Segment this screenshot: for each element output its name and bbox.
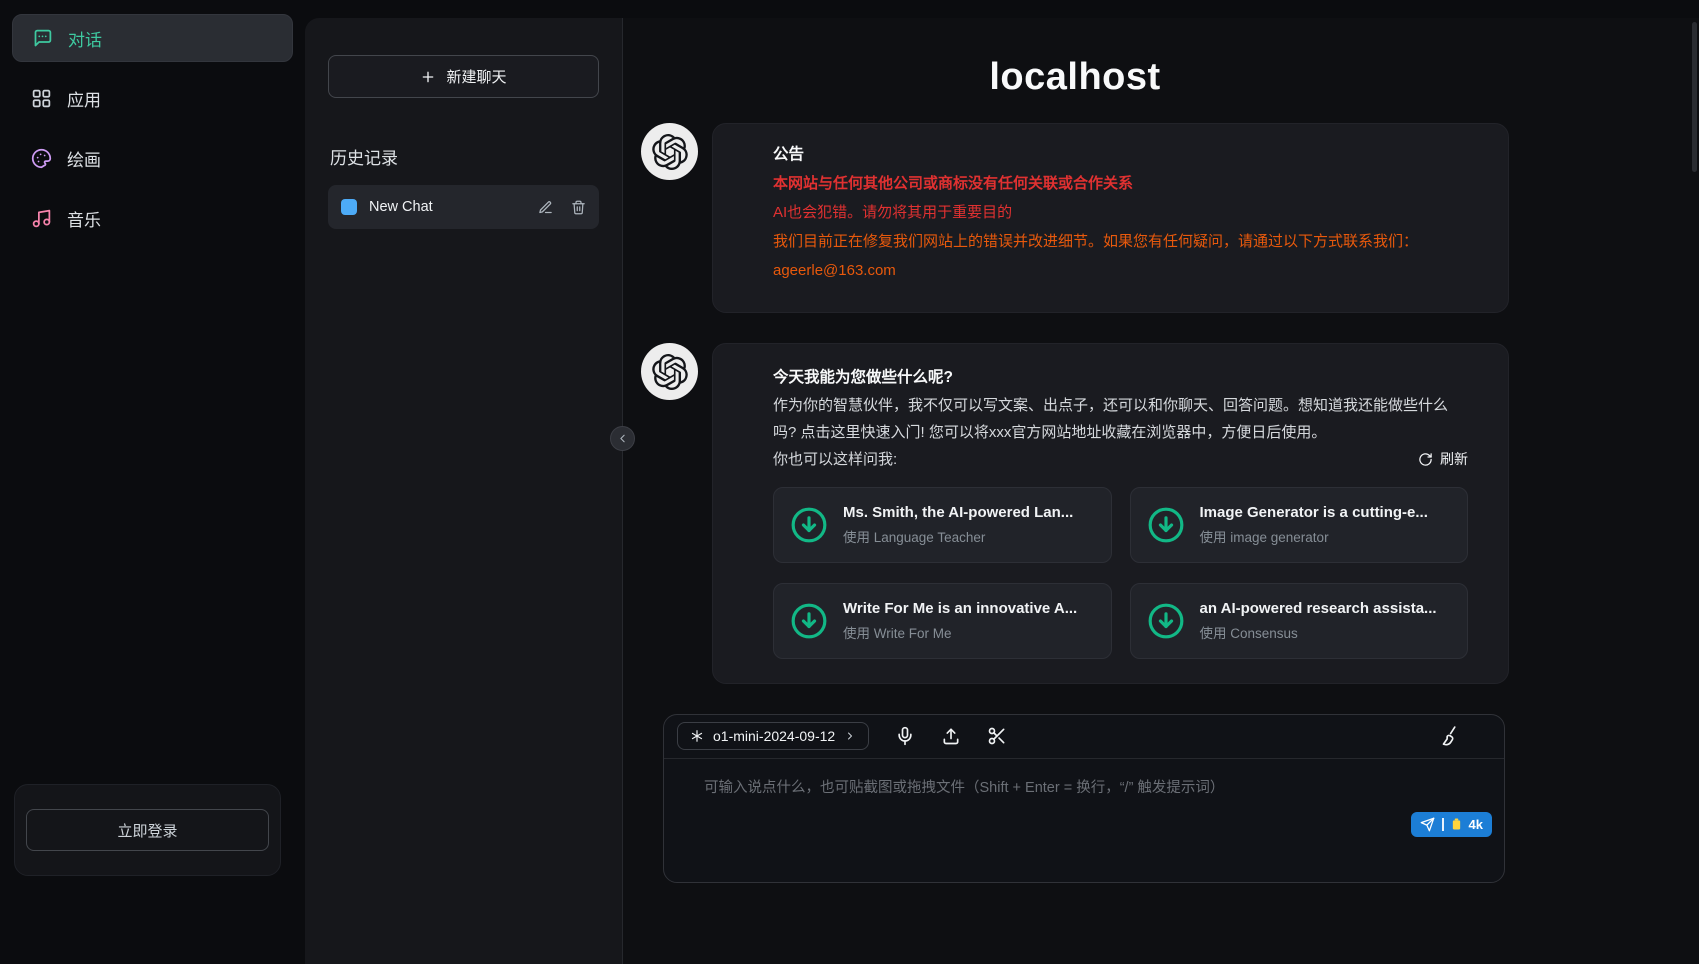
circle-arrow-down-icon — [790, 602, 828, 640]
chat-bubble-icon — [32, 28, 53, 49]
suggestion-title: an AI-powered research assista... — [1200, 600, 1437, 617]
scissors-icon[interactable] — [987, 726, 1007, 746]
clear-broom-icon[interactable] — [1437, 724, 1461, 748]
refresh-icon — [1418, 452, 1433, 467]
login-button[interactable]: 立即登录 — [26, 809, 269, 851]
suggestion-subtitle: 使用 image generator — [1200, 526, 1428, 546]
message-announcement: 公告 本网站与任何其他公司或商标没有任何关联或合作关系 AI也会犯错。请勿将其用… — [641, 123, 1509, 313]
app-panel: 新建聊天 历史记录 New Chat localhost — [305, 18, 1699, 964]
chat-title: New Chat — [369, 199, 526, 215]
chat-list-panel: 新建聊天 历史记录 New Chat — [305, 18, 623, 964]
chat-color-swatch — [341, 199, 357, 215]
suggestion-card[interactable]: an AI-powered research assista... 使用 Con… — [1130, 583, 1469, 659]
chat-input[interactable] — [664, 759, 1504, 877]
send-token-badge[interactable]: 4k — [1411, 812, 1492, 837]
upload-icon[interactable] — [941, 726, 961, 746]
delete-trash-icon[interactable] — [571, 200, 586, 215]
send-plane-icon — [1420, 817, 1435, 832]
page-title: localhost — [641, 56, 1509, 99]
model-selector[interactable]: o1-mini-2024-09-12 — [677, 722, 869, 750]
composer-input-area — [664, 759, 1504, 882]
sidebar-item-paint[interactable]: 绘画 — [12, 134, 293, 182]
sidebar-item-label: 音乐 — [67, 206, 101, 231]
welcome-bubble: 今天我能为您做些什么呢? 作为你的智慧伙伴，我不仅可以写文案、出点子，还可以和你… — [712, 343, 1509, 683]
badge-divider — [1442, 818, 1444, 831]
sidebar-item-music[interactable]: 音乐 — [12, 194, 293, 242]
openai-logo-icon — [652, 354, 688, 390]
welcome-heading: 今天我能为您做些什么呢? — [773, 364, 1468, 391]
assistant-avatar — [641, 123, 698, 180]
suggestion-grid: Ms. Smith, the AI-powered Lan... 使用 Lang… — [773, 487, 1468, 659]
assistant-avatar — [641, 343, 698, 400]
login-panel: 立即登录 — [14, 784, 281, 876]
music-note-icon — [31, 208, 52, 229]
model-name: o1-mini-2024-09-12 — [713, 728, 835, 744]
battery-icon — [1451, 817, 1462, 831]
circle-arrow-down-icon — [1147, 602, 1185, 640]
ask-label: 你也可以这样问我: — [773, 446, 897, 473]
announcement-line: AI也会犯错。请勿将其用于重要目的 — [773, 202, 1468, 224]
edit-pencil-icon[interactable] — [538, 200, 553, 215]
new-chat-button[interactable]: 新建聊天 — [328, 55, 599, 98]
contact-email-link[interactable]: ageerle@163.com — [773, 262, 896, 279]
microphone-icon[interactable] — [895, 726, 915, 746]
announcement-line: 本网站与任何其他公司或商标没有任何关联或合作关系 — [773, 173, 1468, 195]
suggestion-subtitle: 使用 Consensus — [1200, 622, 1437, 642]
refresh-label: 刷新 — [1440, 447, 1468, 472]
welcome-body: 作为你的智慧伙伴，我不仅可以写文案、出点子，还可以和你聊天、回答问题。想知道我还… — [773, 392, 1468, 446]
suggestion-card[interactable]: Image Generator is a cutting-e... 使用 ima… — [1130, 487, 1469, 563]
composer: o1-mini-2024-09-12 — [663, 714, 1505, 883]
token-count: 4k — [1469, 817, 1483, 832]
history-heading: 历史记录 — [330, 144, 597, 169]
suggestion-title: Ms. Smith, the AI-powered Lan... — [843, 504, 1073, 521]
suggestion-subtitle: 使用 Write For Me — [843, 622, 1077, 642]
chevron-left-icon — [616, 432, 629, 445]
refresh-suggestions-button[interactable]: 刷新 — [1418, 447, 1468, 472]
sidebar-item-label: 应用 — [67, 86, 101, 111]
scrollbar-thumb[interactable] — [1692, 22, 1697, 172]
composer-toolbar: o1-mini-2024-09-12 — [664, 715, 1504, 759]
new-chat-label: 新建聊天 — [446, 66, 506, 87]
apps-grid-icon — [31, 88, 52, 109]
sidebar-item-apps[interactable]: 应用 — [12, 74, 293, 122]
sidebar-item-label: 对话 — [68, 26, 102, 51]
sidebar-item-chat[interactable]: 对话 — [12, 14, 293, 62]
suggestion-title: Image Generator is a cutting-e... — [1200, 504, 1428, 521]
suggestion-title: Write For Me is an innovative A... — [843, 600, 1077, 617]
circle-arrow-down-icon — [790, 506, 828, 544]
message-welcome: 今天我能为您做些什么呢? 作为你的智慧伙伴，我不仅可以写文案、出点子，还可以和你… — [641, 343, 1509, 683]
history-list-item[interactable]: New Chat — [328, 185, 599, 229]
palette-icon — [31, 148, 52, 169]
announcement-heading: 公告 — [773, 144, 1468, 166]
openai-logo-icon — [652, 134, 688, 170]
chevron-right-icon — [844, 730, 856, 742]
collapse-sidebar-button[interactable] — [610, 426, 635, 451]
sidebar: 对话 应用 绘画 音乐 立即登录 — [0, 0, 305, 964]
suggestion-card[interactable]: Write For Me is an innovative A... 使用 Wr… — [773, 583, 1112, 659]
sparkle-icon — [690, 729, 704, 743]
suggestion-subtitle: 使用 Language Teacher — [843, 526, 1073, 546]
suggestion-card[interactable]: Ms. Smith, the AI-powered Lan... 使用 Lang… — [773, 487, 1112, 563]
sidebar-item-label: 绘画 — [67, 146, 101, 171]
announcement-line: 我们目前正在修复我们网站上的错误并改进细节。如果您有任何疑问，请通过以下方式联系… — [773, 231, 1468, 253]
chat-main: localhost 公告 本网站与任何其他公司或商标没有任何关联或合作关系 AI… — [623, 18, 1699, 964]
announcement-bubble: 公告 本网站与任何其他公司或商标没有任何关联或合作关系 AI也会犯错。请勿将其用… — [712, 123, 1509, 313]
plus-icon — [420, 69, 436, 85]
circle-arrow-down-icon — [1147, 506, 1185, 544]
